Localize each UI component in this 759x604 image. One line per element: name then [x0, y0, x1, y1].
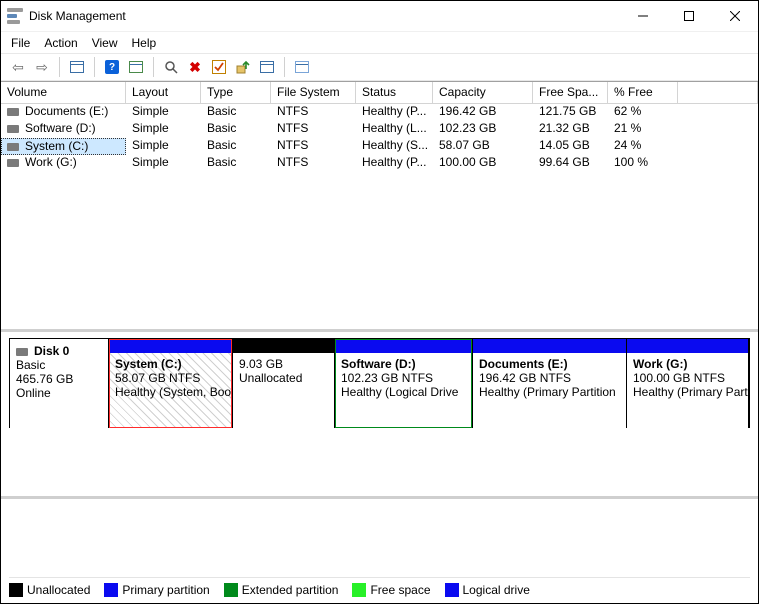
- close-button[interactable]: [712, 1, 758, 31]
- window-title: Disk Management: [29, 9, 126, 23]
- menu-file[interactable]: File: [11, 36, 30, 50]
- menu-action[interactable]: Action: [44, 36, 77, 50]
- check-button[interactable]: [208, 56, 230, 78]
- table-row[interactable]: System (C:)SimpleBasicNTFSHealthy (S...5…: [1, 138, 758, 155]
- col-type[interactable]: Type: [201, 82, 271, 104]
- table-row[interactable]: Work (G:)SimpleBasicNTFSHealthy (P...100…: [1, 155, 758, 172]
- list-button[interactable]: [291, 56, 313, 78]
- menubar: File Action View Help: [1, 31, 758, 53]
- forward-button[interactable]: ⇨: [31, 56, 53, 78]
- table-row[interactable]: Documents (E:)SimpleBasicNTFSHealthy (P.…: [1, 104, 758, 121]
- col-layout[interactable]: Layout: [126, 82, 201, 104]
- col-filesystem[interactable]: File System: [271, 82, 356, 104]
- col-pctfree[interactable]: % Free: [608, 82, 678, 104]
- menu-view[interactable]: View: [92, 36, 118, 50]
- titlebar: Disk Management: [1, 1, 758, 31]
- back-button[interactable]: ⇦: [7, 56, 29, 78]
- disk-label[interactable]: Disk 0 Basic 465.76 GB Online: [9, 339, 109, 428]
- partition-block[interactable]: Work (G:)100.00 GB NTFSHealthy (Primary …: [627, 339, 749, 428]
- legend: Unallocated Primary partition Extended p…: [9, 577, 750, 597]
- partition-block[interactable]: Documents (E:)196.42 GB NTFSHealthy (Pri…: [473, 339, 627, 428]
- col-status[interactable]: Status: [356, 82, 433, 104]
- delete-button[interactable]: ✖: [184, 56, 206, 78]
- table-row[interactable]: Software (D:)SimpleBasicNTFSHealthy (L..…: [1, 121, 758, 138]
- col-capacity[interactable]: Capacity: [433, 82, 533, 104]
- properties-button[interactable]: [256, 56, 278, 78]
- maximize-button[interactable]: [666, 1, 712, 31]
- minimize-button[interactable]: [620, 1, 666, 31]
- help-button[interactable]: ?: [101, 56, 123, 78]
- settings-button[interactable]: [125, 56, 147, 78]
- toolbar: ⇦ ⇨ ? ✖: [1, 53, 758, 81]
- table-header-row: Volume Layout Type File System Status Ca…: [1, 82, 758, 104]
- rescan-button[interactable]: [160, 56, 182, 78]
- col-volume[interactable]: Volume: [1, 82, 126, 104]
- partition-block[interactable]: 9.03 GBUnallocated: [233, 339, 335, 428]
- export-button[interactable]: [232, 56, 254, 78]
- disk-graphical-view: Disk 0 Basic 465.76 GB Online System (C:…: [1, 329, 758, 499]
- partition-block[interactable]: Software (D:)102.23 GB NTFSHealthy (Logi…: [335, 339, 473, 428]
- partition-block[interactable]: System (C:)58.07 GB NTFSHealthy (System,…: [109, 339, 233, 428]
- col-freespace[interactable]: Free Spa...: [533, 82, 608, 104]
- show-hide-button[interactable]: [66, 56, 88, 78]
- volume-table: Volume Layout Type File System Status Ca…: [1, 81, 758, 329]
- app-icon: [7, 8, 23, 24]
- menu-help[interactable]: Help: [132, 36, 157, 50]
